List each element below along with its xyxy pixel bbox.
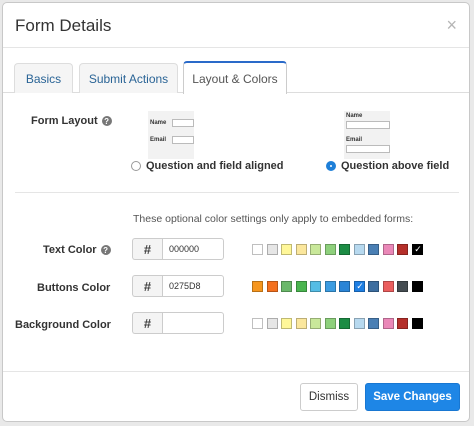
aligned-layout-thumbnail[interactable]: Name Email [148, 111, 194, 159]
color-swatch[interactable] [252, 318, 263, 329]
color-swatch[interactable] [295, 244, 307, 255]
color-swatch[interactable] [295, 281, 307, 292]
above-radio-label: Question above field [341, 160, 450, 172]
color-swatch[interactable] [310, 281, 321, 292]
color-swatch[interactable] [266, 318, 278, 329]
color-swatch[interactable] [382, 281, 394, 292]
color-swatch[interactable]: ✓ [411, 244, 423, 255]
layout-option-above[interactable]: Question above field [326, 160, 449, 172]
tab-basics[interactable]: Basics [14, 63, 73, 93]
color-swatch[interactable] [266, 281, 278, 292]
color-swatch[interactable] [397, 281, 408, 292]
color-swatch[interactable] [252, 244, 263, 255]
save-changes-button[interactable]: Save Changes [365, 383, 460, 411]
color-swatch[interactable] [411, 318, 423, 329]
tab-bar: Basics Submit Actions Layout & Colors [3, 61, 469, 94]
aligned-radio[interactable] [131, 161, 141, 171]
text-color-input[interactable] [162, 238, 224, 260]
thumb-email-field [172, 136, 194, 144]
hash-prefix: # [132, 312, 162, 334]
above-layout-thumbnail[interactable]: Name Email [344, 111, 390, 159]
thumb-name-field [172, 119, 194, 127]
color-swatch[interactable] [339, 318, 350, 329]
color-swatch[interactable] [310, 318, 321, 329]
background-color-swatches [252, 318, 423, 329]
help-icon[interactable]: ? [100, 245, 111, 255]
modal-title: Form Details [15, 16, 112, 35]
color-swatch[interactable] [353, 244, 365, 255]
color-swatch[interactable] [324, 244, 336, 255]
color-swatch[interactable] [411, 281, 423, 292]
text-color-label: Text Color ? [43, 244, 111, 256]
color-swatch[interactable] [339, 244, 350, 255]
color-swatch[interactable] [397, 244, 408, 255]
checkmark-icon: ✓ [356, 281, 364, 291]
form-layout-label: Form Layout ? [31, 115, 112, 127]
color-swatch[interactable] [339, 281, 350, 292]
color-swatch[interactable] [281, 281, 292, 292]
color-swatch[interactable] [281, 318, 292, 329]
thumb-email-label: Email [150, 137, 167, 143]
section-divider [15, 192, 459, 193]
form-layout-label-text: Form Layout [31, 115, 98, 127]
color-swatch[interactable] [310, 244, 321, 255]
buttons-color-swatches: ✓ [252, 281, 423, 292]
buttons-color-input[interactable] [162, 275, 224, 297]
background-color-label: Background Color [15, 319, 111, 331]
color-swatch[interactable] [295, 318, 307, 329]
modal-header: Form Details × [3, 3, 469, 48]
text-color-swatches: ✓ [252, 244, 423, 255]
footer-divider [3, 371, 469, 372]
close-icon[interactable]: × [446, 15, 457, 36]
color-swatch[interactable] [382, 244, 394, 255]
thumb-email-field [346, 145, 390, 153]
color-settings-note: These optional color settings only apply… [133, 213, 414, 225]
color-swatch[interactable] [368, 318, 379, 329]
layout-option-aligned[interactable]: Question and field aligned [131, 160, 284, 172]
thumb-name-field [346, 121, 390, 129]
aligned-radio-label: Question and field aligned [146, 160, 284, 172]
hash-prefix: # [132, 275, 162, 297]
dismiss-button[interactable]: Dismiss [300, 383, 358, 411]
color-swatch[interactable] [382, 318, 394, 329]
color-swatch[interactable] [368, 281, 379, 292]
above-radio[interactable] [326, 161, 336, 171]
color-swatch[interactable]: ✓ [353, 281, 365, 292]
help-icon[interactable]: ? [101, 116, 112, 126]
thumb-name-label: Name [346, 113, 363, 119]
color-swatch[interactable] [353, 318, 365, 329]
background-color-label-text: Background Color [15, 319, 111, 331]
background-color-input[interactable] [162, 312, 224, 334]
buttons-color-label: Buttons Color [37, 282, 110, 294]
color-swatch[interactable] [281, 244, 292, 255]
color-swatch[interactable] [324, 281, 336, 292]
color-swatch[interactable] [397, 318, 408, 329]
text-color-label-text: Text Color [43, 244, 97, 256]
hash-prefix: # [132, 238, 162, 260]
thumb-email-label: Email [346, 137, 363, 143]
color-swatch[interactable] [368, 244, 379, 255]
color-swatch[interactable] [266, 244, 278, 255]
buttons-color-label-text: Buttons Color [37, 282, 111, 294]
thumb-name-label: Name [150, 120, 167, 126]
color-swatch[interactable] [252, 281, 263, 292]
checkmark-icon: ✓ [414, 244, 422, 254]
color-swatch[interactable] [324, 318, 336, 329]
tab-layout-colors[interactable]: Layout & Colors [183, 61, 287, 94]
form-details-modal: Form Details × Basics Submit Actions Lay… [2, 2, 470, 422]
tab-submit-actions[interactable]: Submit Actions [79, 63, 178, 93]
